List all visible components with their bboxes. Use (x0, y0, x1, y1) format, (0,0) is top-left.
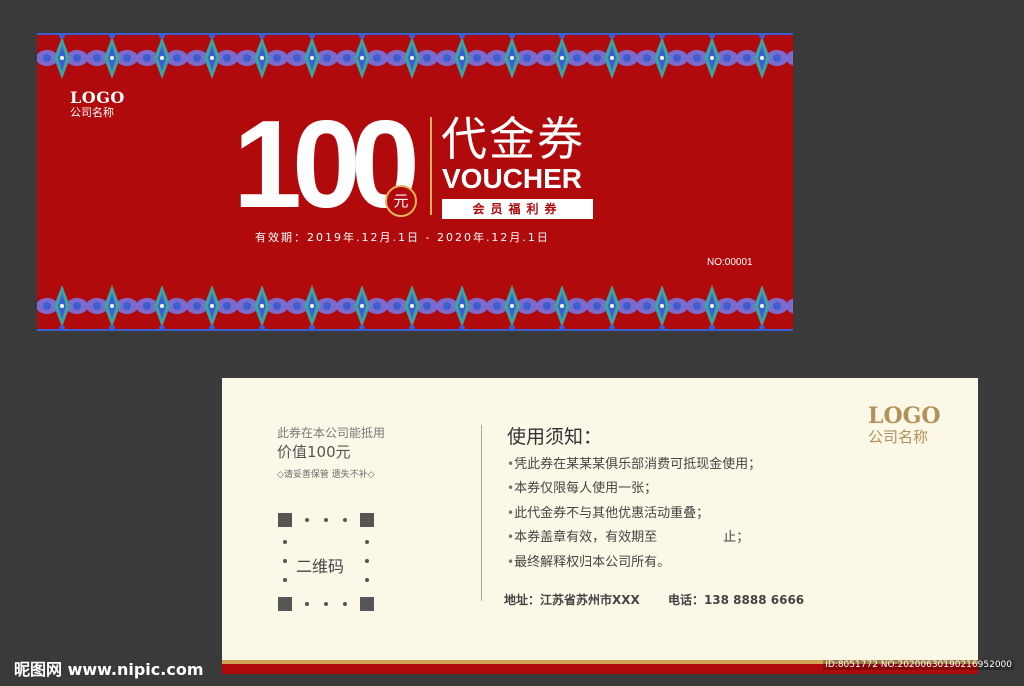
ornamental-border-pattern (37, 33, 793, 83)
rules-title: 使用须知： (507, 426, 603, 448)
qr-corner (278, 513, 292, 527)
redeem-value: 价值100元 (277, 443, 351, 461)
address: 地址：江苏省苏州市XXX (504, 593, 640, 607)
list-item: 本券盖章有效，有效期至 止； (507, 525, 761, 549)
list-item: 此代金券不与其他优惠活动重叠； (507, 501, 761, 525)
voucher-front: LOGO 公司名称 100 元 代金券 VOUCHER 会员福利券 有效期：20… (37, 33, 793, 331)
qr-dot (324, 518, 328, 522)
qr-dot (283, 540, 287, 544)
list-item: 最终解释权归本公司所有。 (507, 550, 761, 574)
logo-company-name: 公司名称 (70, 106, 114, 119)
logo-company-name: 公司名称 (868, 428, 929, 446)
serial-number: NO:00001 (707, 257, 753, 268)
qr-dot (305, 602, 309, 606)
contact-info: 地址：江苏省苏州市XXX 电话：138 8888 6666 (504, 591, 804, 608)
site-watermark: 昵图网 www.nipic.com (14, 660, 204, 679)
voucher-amount: 100 (233, 96, 420, 234)
qr-dot (365, 559, 369, 563)
ornamental-border-pattern (37, 281, 793, 331)
qr-dot (365, 578, 369, 582)
qr-dot (343, 602, 347, 606)
qr-corner (360, 513, 374, 527)
redeem-note: 此券在本公司能抵用 (277, 426, 386, 440)
list-item: 本券仅限每人使用一张； (507, 476, 761, 500)
qr-dot (283, 559, 287, 563)
qr-dot (305, 518, 309, 522)
qr-dot (365, 540, 369, 544)
back-divider (481, 425, 482, 601)
list-item: 凭此券在某某某俱乐部消费可抵现金使用； (507, 452, 761, 476)
member-tag: 会员福利券 (442, 199, 593, 219)
back-logo: LOGO 公司名称 (868, 404, 941, 446)
qr-corner (360, 597, 374, 611)
logo-word: LOGO (868, 403, 941, 429)
ornamental-border-top (37, 33, 793, 83)
front-logo: LOGO 公司名称 (70, 89, 125, 120)
voucher-title-en: VOUCHER (442, 163, 583, 194)
voucher-back: 此券在本公司能抵用 价值100元 ◇请妥善保管 遗失不补◇ 二维码 使用须知： … (222, 378, 978, 674)
qr-label: 二维码 (296, 557, 345, 576)
keep-safe-note: ◇请妥善保管 遗失不补◇ (277, 470, 375, 480)
rules-list: 凭此券在某某某俱乐部消费可抵现金使用； 本券仅限每人使用一张； 此代金券不与其他… (507, 452, 761, 574)
qr-dot (343, 518, 347, 522)
gold-divider (430, 117, 432, 215)
logo-word: LOGO (70, 88, 125, 107)
qr-dot (283, 578, 287, 582)
phone: 电话：138 8888 6666 (667, 593, 805, 607)
voucher-title-cn: 代金券 (441, 112, 585, 166)
validity-period: 有效期：2019年.12月.1日 - 2020年.12月.1日 (255, 231, 550, 244)
currency-badge: 元 (385, 185, 417, 217)
qr-dot (324, 602, 328, 606)
ornamental-border-bottom (37, 281, 793, 331)
image-id-watermark: ID:8051772 NO:20200630190216952000 (823, 660, 1014, 670)
qr-corner (278, 597, 292, 611)
qr-code-placeholder: 二维码 (278, 513, 374, 611)
